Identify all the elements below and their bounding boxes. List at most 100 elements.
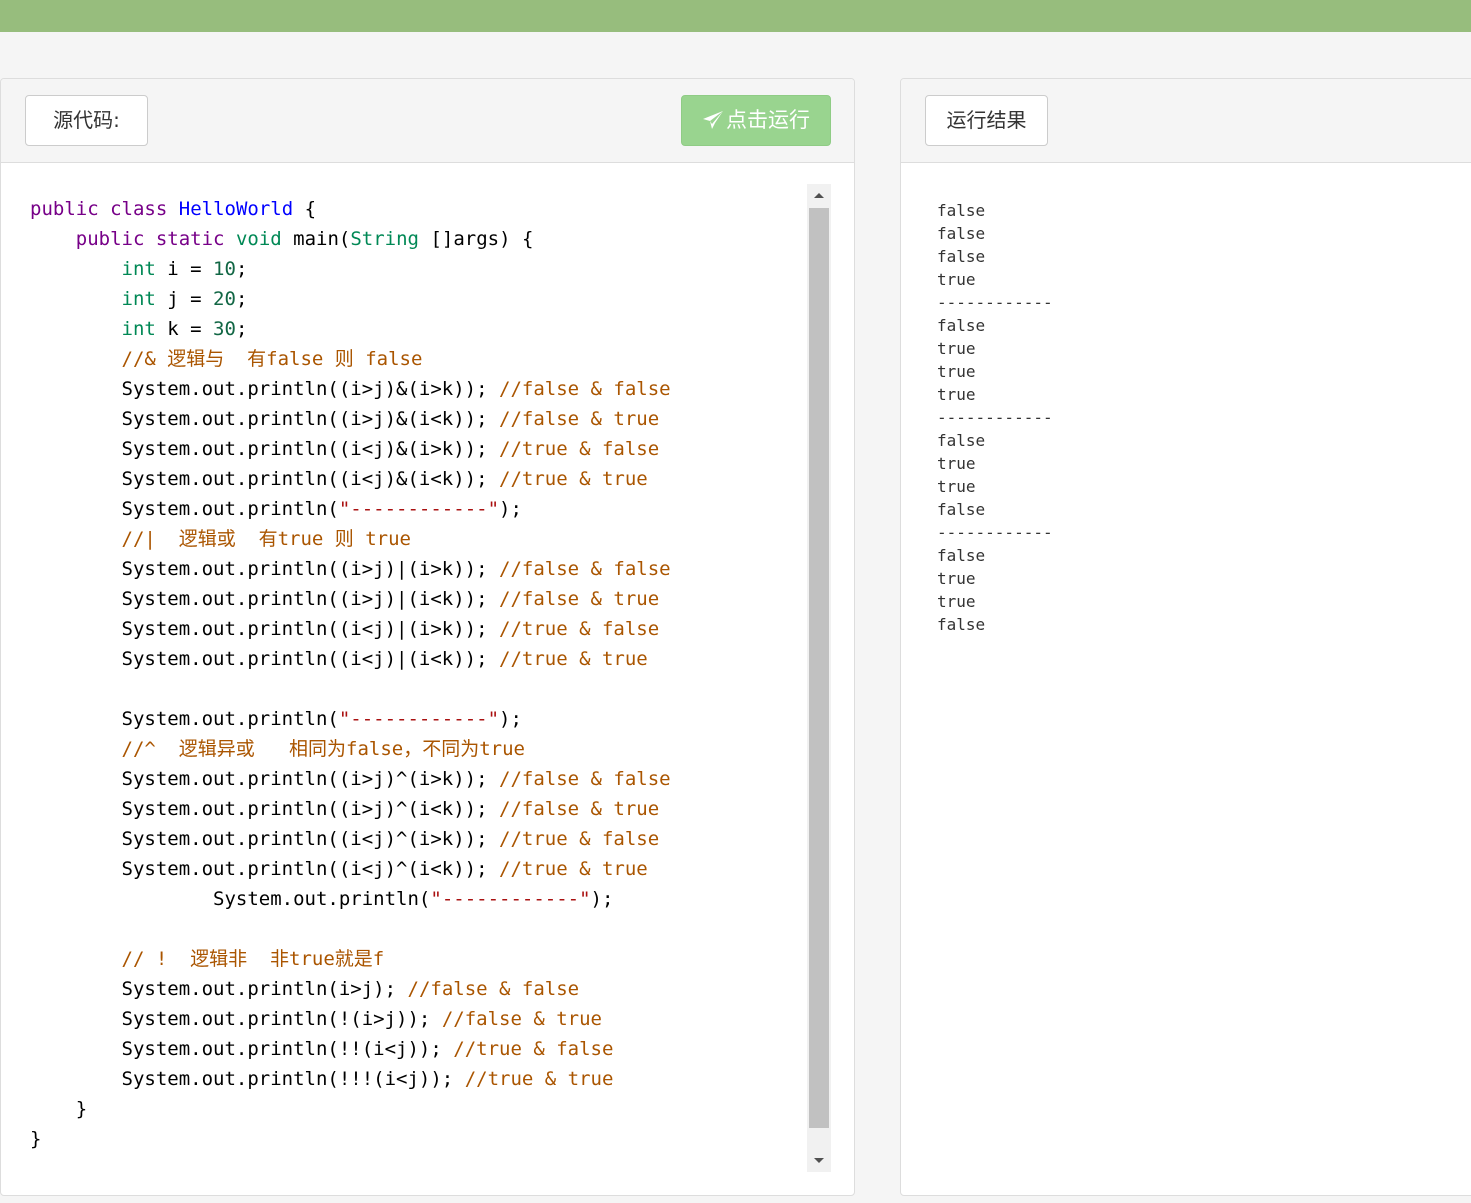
code-token: System.out.println(	[30, 498, 339, 520]
code-token: }	[30, 1098, 88, 1120]
code-line: System.out.println((i>j)^(i>k)); //false…	[30, 764, 671, 794]
code-token: //^ 逻辑异或 相同为false，不同为true	[121, 738, 525, 760]
code-token: //true & true	[464, 1068, 614, 1090]
code-token: //false & false	[499, 768, 671, 790]
code-token: );	[499, 498, 522, 520]
paper-plane-icon	[703, 111, 723, 129]
code-token: );	[499, 708, 522, 730]
code-token: //false & false	[407, 978, 580, 1000]
output-line: false	[937, 500, 986, 519]
code-token: 20	[213, 288, 236, 310]
code-line: //| 逻辑或 有true 则 true	[30, 524, 671, 554]
run-button-label: 点击运行	[726, 108, 810, 132]
code-token: }	[30, 1128, 42, 1150]
source-panel-header: 源代码: 点击运行	[1, 79, 854, 163]
code-line: //& 逻辑与 有false 则 false	[30, 344, 671, 374]
result-label: 运行结果	[925, 95, 1048, 146]
output-line: ------------	[937, 293, 1053, 312]
code-token: "------------"	[430, 888, 591, 910]
code-token: //| 逻辑或 有true 则 true	[121, 528, 411, 550]
code-token: ;	[235, 318, 248, 340]
output-line: true	[937, 454, 976, 473]
code-token: System.out.println((i>j)|(i<k));	[30, 588, 499, 610]
code-token: //true & false	[453, 1038, 614, 1060]
code-token: System.out.println(!(i>j));	[30, 1008, 442, 1030]
result-output: false false false true ------------ false true…	[937, 199, 1053, 636]
code-token: main(	[281, 228, 351, 250]
code-token: int	[121, 318, 156, 340]
code-token: System.out.println((i<j)^(i<k));	[30, 858, 499, 880]
output-line: false	[937, 224, 986, 243]
code-token: System.out.println(	[30, 888, 431, 910]
code-line: System.out.println((i>j)^(i<k)); //false…	[30, 794, 671, 824]
code-token: ;	[235, 258, 248, 280]
code-token: System.out.println(	[30, 708, 339, 730]
code-token: System.out.println((i<j)&(i<k));	[30, 468, 499, 490]
code-line: System.out.println("------------");	[30, 494, 671, 524]
code-token: class	[110, 198, 168, 220]
output-line: true	[937, 385, 976, 404]
code-token: System.out.println((i>j)&(i<k));	[30, 408, 499, 430]
code-token: System.out.println((i<j)|(i<k));	[30, 648, 499, 670]
code-token: 10	[213, 258, 236, 280]
code-token: //false & true	[499, 588, 660, 610]
code-token: System.out.println(i>j);	[30, 978, 408, 1000]
output-line: ------------	[937, 408, 1053, 427]
source-code-label: 源代码:	[25, 95, 148, 146]
code-token: //true & true	[499, 648, 648, 670]
code-token: //& 逻辑与 有false 则 false	[121, 348, 423, 370]
code-line: System.out.println((i<j)|(i<k)); //true …	[30, 644, 671, 674]
code-editor[interactable]: public class HelloWorld { public static …	[9, 184, 831, 1194]
editor-scrollbar[interactable]	[807, 184, 831, 1172]
code-token: []args) {	[419, 228, 534, 250]
code-line: // ! 逻辑非 非true就是f	[30, 944, 671, 974]
code-token: 30	[213, 318, 236, 340]
code-token: //false & true	[499, 798, 660, 820]
code-token: //false & true	[441, 1008, 602, 1030]
code-token: public	[75, 228, 145, 250]
code-line: }	[30, 1094, 671, 1124]
output-line: ------------	[937, 523, 1053, 542]
output-line: true	[937, 569, 976, 588]
code-line: System.out.println((i<j)^(i<k)); //true …	[30, 854, 671, 884]
code-token: //true & true	[499, 858, 648, 880]
code-token: // ! 逻辑非 非true就是f	[121, 948, 385, 970]
scroll-down-arrow-icon[interactable]	[807, 1148, 831, 1172]
code-token: void	[235, 228, 282, 250]
code-token: System.out.println((i>j)|(i>k));	[30, 558, 499, 580]
scrollbar-thumb[interactable]	[809, 208, 829, 1128]
code-line: }	[30, 1124, 671, 1154]
code-token: //false & true	[499, 408, 660, 430]
result-panel: 运行结果 false false false true ------------ fals…	[900, 78, 1471, 1196]
code-line: System.out.println((i>j)|(i<k)); //false…	[30, 584, 671, 614]
code-token: System.out.println((i>j)&(i>k));	[30, 378, 499, 400]
code-line: System.out.println((i<j)&(i<k)); //true …	[30, 464, 671, 494]
code-line: //^ 逻辑异或 相同为false，不同为true	[30, 734, 671, 764]
code-token: //true & false	[499, 438, 660, 460]
result-panel-header: 运行结果	[901, 79, 1471, 163]
code-line: System.out.println((i<j)|(i>k)); //true …	[30, 614, 671, 644]
code-token: System.out.println((i<j)&(i>k));	[30, 438, 499, 460]
output-line: false	[937, 615, 986, 634]
run-button[interactable]: 点击运行	[681, 95, 831, 146]
code-token: //false & false	[499, 378, 671, 400]
code-line: int j = 20;	[30, 284, 671, 314]
output-line: true	[937, 592, 976, 611]
code-content[interactable]: public class HelloWorld { public static …	[30, 194, 671, 1154]
code-token: System.out.println(!!(i<j));	[30, 1038, 454, 1060]
code-line: System.out.println(i>j); //false & false	[30, 974, 671, 1004]
code-token: k =	[155, 318, 214, 340]
code-token: //true & false	[499, 618, 660, 640]
code-token: System.out.println((i<j)|(i>k));	[30, 618, 499, 640]
code-token: //true & true	[499, 468, 648, 490]
scroll-up-arrow-icon[interactable]	[807, 184, 831, 208]
code-token: System.out.println((i>j)^(i>k));	[30, 768, 499, 790]
